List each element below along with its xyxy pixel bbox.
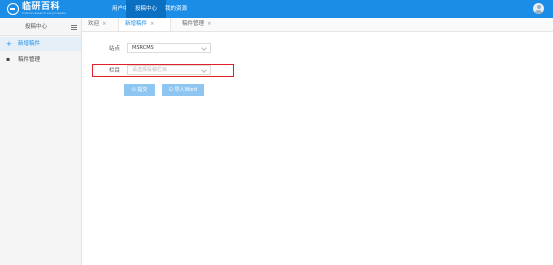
sidebar: 投稿中心 + 新增稿件 ▪ 稿件管理 bbox=[0, 18, 82, 265]
nav-my-resources[interactable]: 我的资源 bbox=[159, 0, 193, 18]
brand-name: 临研百科 bbox=[22, 2, 61, 12]
close-icon[interactable]: × bbox=[150, 21, 155, 27]
tab-label: 新增稿件 bbox=[125, 21, 148, 27]
import-icon: ⊡ bbox=[168, 87, 173, 93]
document-icon: ▪ bbox=[6, 56, 11, 63]
brand-logo[interactable]: 临研百科 Clinical research encyclopedia bbox=[7, 2, 66, 16]
highlight-box bbox=[92, 64, 234, 77]
sidebar-item-label: 新增稿件 bbox=[18, 41, 41, 47]
menu-toggle-icon[interactable] bbox=[71, 25, 77, 31]
import-label: 导入Word bbox=[174, 87, 198, 93]
chevron-down-icon bbox=[201, 45, 207, 51]
user-avatar[interactable] bbox=[533, 3, 544, 14]
close-icon[interactable]: × bbox=[102, 21, 107, 27]
sidebar-item-label: 稿件管理 bbox=[18, 57, 41, 63]
top-nav-bar: 临研百科 Clinical research encyclopedia 用户中心… bbox=[0, 0, 553, 18]
tab-welcome[interactable]: 欢迎 × bbox=[88, 18, 107, 31]
logo-icon bbox=[7, 3, 19, 15]
submit-label: 提交 bbox=[137, 87, 148, 93]
tab-label: 欢迎 bbox=[88, 21, 100, 27]
source-value: MSRCMS bbox=[132, 45, 154, 51]
source-select[interactable]: MSRCMS bbox=[127, 43, 211, 53]
sidebar-item-new-submission[interactable]: + 新增稿件 bbox=[0, 37, 81, 51]
tab-new-submission[interactable]: 新增稿件 × bbox=[118, 18, 171, 31]
tab-label: 稿件管理 bbox=[182, 21, 205, 27]
sidebar-item-manage-submissions[interactable]: ▪ 稿件管理 bbox=[0, 53, 81, 67]
plus-icon: + bbox=[6, 40, 12, 48]
brand-tagline: Clinical research encyclopedia bbox=[22, 12, 66, 15]
check-icon: ⊙ bbox=[131, 87, 136, 93]
tab-manage-submissions[interactable]: 稿件管理 × bbox=[182, 18, 212, 31]
submit-button[interactable]: ⊙ 提交 bbox=[124, 84, 155, 96]
sidebar-title: 投稿中心 bbox=[25, 24, 48, 30]
source-label: 站点 bbox=[109, 46, 121, 52]
import-word-button[interactable]: ⊡ 导入Word bbox=[162, 84, 204, 96]
close-icon[interactable]: × bbox=[207, 21, 212, 27]
tab-bar: 欢迎 × 新增稿件 × 稿件管理 × bbox=[82, 18, 553, 32]
sidebar-header: 投稿中心 bbox=[0, 18, 81, 36]
